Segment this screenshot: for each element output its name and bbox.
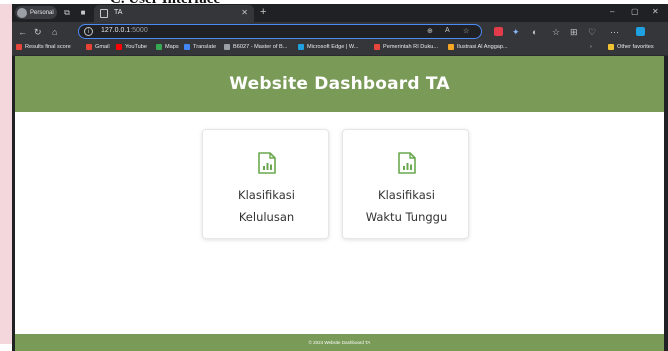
back-arrow-icon[interactable]: ← <box>18 26 27 38</box>
maximize-button[interactable]: ▢ <box>631 7 639 16</box>
favorite-star-icon[interactable]: ☆ <box>463 27 469 35</box>
bookmark-item[interactable]: Microsoft Edge | W... <box>298 44 359 50</box>
card-label: Klasifikasi Kelulusan <box>238 188 295 224</box>
card-klasifikasi-waktu-tunggu[interactable]: Klasifikasi Waktu Tunggu <box>342 129 469 239</box>
translate-icon <box>184 44 190 50</box>
copilot-icon[interactable] <box>636 27 645 36</box>
tab-title: TA <box>114 9 123 16</box>
bookmark-item[interactable]: Pemerintah RI Duku... <box>374 44 438 50</box>
browser-window: Personal ⧉ ■ TA ✕ + – ▢ ✕ ← ↻ ⌂ i 127.0.… <box>12 4 668 351</box>
bookmark-icon <box>374 44 380 50</box>
bookmark-item[interactable]: B6027 - Master of B... <box>224 44 287 50</box>
bookmark-icon <box>448 44 454 50</box>
bookmark-icon <box>224 44 230 50</box>
collections-icon[interactable]: ⊞ <box>570 26 578 38</box>
tab-bar: Personal ⧉ ■ TA ✕ + – ▢ ✕ <box>12 4 668 22</box>
address-bar[interactable]: i 127.0.0.1:5000 ⊕ A ☆ <box>78 24 482 39</box>
split-screen-icon[interactable]: ◐ <box>532 26 537 38</box>
settings-more-icon[interactable]: ⋯ <box>610 26 619 38</box>
tab-active[interactable]: TA ✕ <box>94 5 254 22</box>
profile-button[interactable]: Personal <box>15 6 57 19</box>
footer-copyright: © 2024 Website Dashboard TA <box>308 340 371 345</box>
bookmark-item[interactable]: Maps <box>156 44 179 50</box>
address-host: 127.0.0.1 <box>101 27 131 34</box>
bookmark-item[interactable]: Translate <box>184 44 216 50</box>
zoom-icon[interactable]: ⊕ <box>427 27 433 35</box>
toolbar: ← ↻ ⌂ i 127.0.0.1:5000 ⊕ A ☆ ✦ ◐ ☆ ⊞ ♡ ⋯ <box>12 22 668 42</box>
bookmark-item[interactable]: Gmail <box>86 44 110 50</box>
maps-icon <box>156 44 162 50</box>
spreadsheet-icon <box>258 152 276 174</box>
bookmark-item[interactable]: Results final score <box>16 44 71 50</box>
site-info-icon[interactable]: i <box>84 27 93 36</box>
card-label: Klasifikasi Waktu Tunggu <box>365 188 448 224</box>
browser-essentials-icon[interactable]: ♡ <box>588 26 596 38</box>
page-icon <box>100 9 108 18</box>
gmail-icon <box>86 44 92 50</box>
extension-red-icon[interactable] <box>494 27 503 36</box>
address-port: :5000 <box>130 27 148 34</box>
page-header: Website Dashboard TA <box>15 56 664 112</box>
other-favorites-folder[interactable]: Other favorites <box>608 44 654 50</box>
card-klasifikasi-kelulusan[interactable]: Klasifikasi Kelulusan <box>202 129 329 239</box>
workspaces-icon[interactable]: ⧉ <box>62 8 72 18</box>
screenshot: C. User Interface Personal ⧉ ■ TA ✕ + – … <box>0 0 668 351</box>
avatar <box>17 7 27 18</box>
bookmarks-overflow-icon[interactable]: › <box>590 44 592 50</box>
close-window-button[interactable]: ✕ <box>652 7 659 16</box>
folder-icon <box>608 44 614 50</box>
bookmark-item[interactable]: YouTube <box>116 44 147 50</box>
address-url: 127.0.0.1:5000 <box>101 27 148 34</box>
favorites-icon[interactable]: ☆ <box>552 26 560 38</box>
reload-icon[interactable]: ↻ <box>34 26 42 38</box>
home-icon[interactable]: ⌂ <box>52 26 57 38</box>
new-tab-button[interactable]: + <box>260 6 266 18</box>
tab-actions-icon[interactable]: ■ <box>78 8 88 18</box>
page-edge-decoration <box>0 4 12 344</box>
bookmark-item[interactable]: Ilustrasi Al Anggap... <box>448 44 508 50</box>
edge-icon <box>298 44 304 50</box>
extension-puzzle-icon[interactable]: ✦ <box>512 26 520 38</box>
page-title: Website Dashboard TA <box>229 74 450 94</box>
youtube-icon <box>116 44 122 50</box>
page-footer: © 2024 Website Dashboard TA <box>15 334 664 351</box>
close-tab-icon[interactable]: ✕ <box>241 8 248 17</box>
profile-label: Personal <box>30 9 54 16</box>
bookmark-icon <box>16 44 22 50</box>
read-aloud-icon[interactable]: A <box>445 27 450 34</box>
bookmarks-bar: Results final score Gmail YouTube Maps T… <box>12 42 668 56</box>
minimize-button[interactable]: – <box>610 7 614 16</box>
page-content: Website Dashboard TA Klasifikasi Kelulus… <box>15 56 664 351</box>
spreadsheet-icon <box>398 152 416 174</box>
